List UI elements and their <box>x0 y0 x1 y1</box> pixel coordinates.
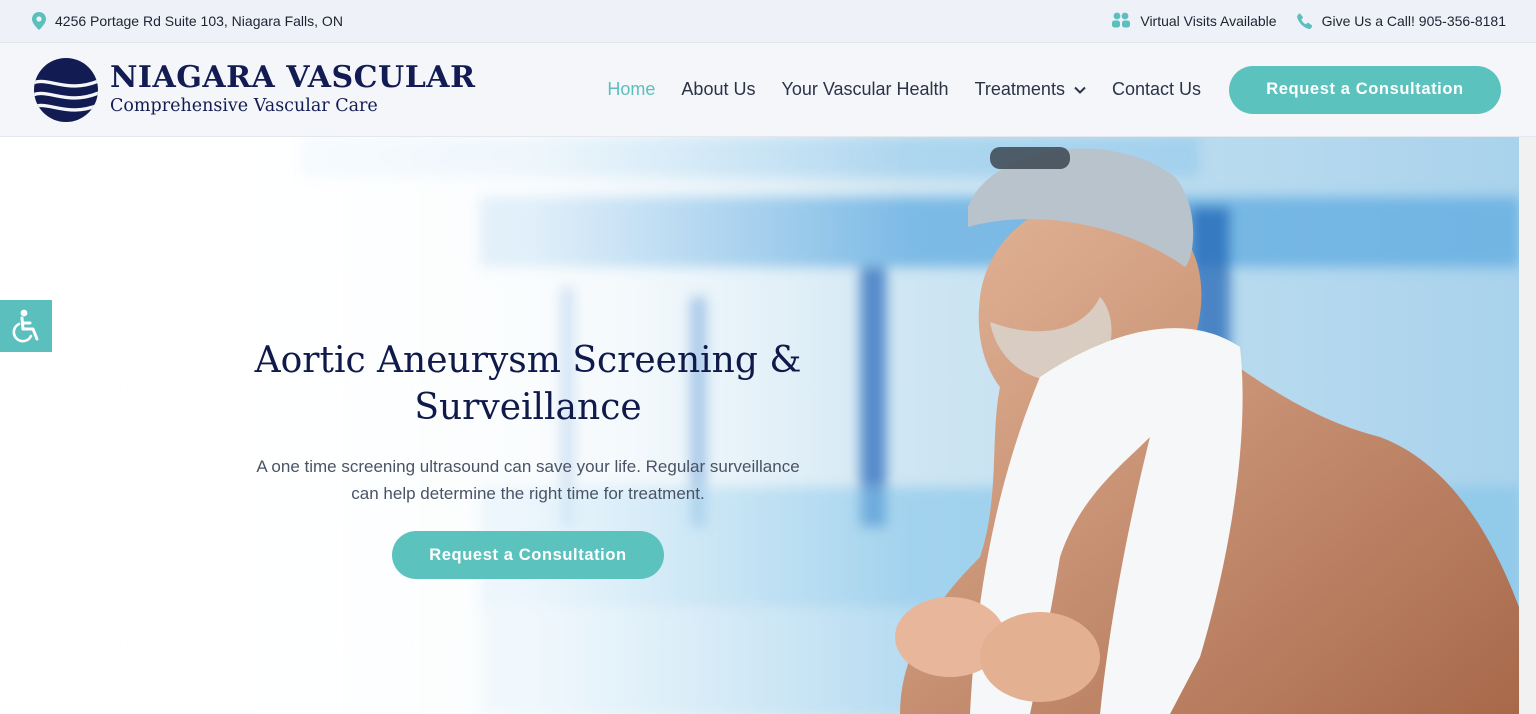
accessibility-toggle[interactable] <box>0 300 52 352</box>
hero-title-line-1: Aortic Aneurysm Screening & <box>254 340 802 381</box>
site-header: NIAGARA VASCULAR Comprehensive Vascular … <box>0 43 1536 137</box>
nav-about-us[interactable]: About Us <box>681 79 755 100</box>
wheelchair-icon <box>12 309 39 343</box>
top-info-bar: 4256 Portage Rd Suite 103, Niagara Falls… <box>0 0 1536 43</box>
hero-subtitle: A one time screening ultrasound can save… <box>220 453 836 507</box>
address-text: 4256 Portage Rd Suite 103, Niagara Falls… <box>55 13 343 29</box>
nav-treatments-label: Treatments <box>974 79 1065 99</box>
nav-home[interactable]: Home <box>607 79 655 100</box>
page-scrollbar[interactable] <box>1519 137 1536 714</box>
hero-subtitle-line-1: A one time screening ultrasound can save… <box>256 457 800 476</box>
hero-title-line-2: Surveillance <box>414 387 642 428</box>
nav-contact-us[interactable]: Contact Us <box>1112 79 1201 100</box>
chevron-down-icon <box>1074 86 1086 94</box>
hero-section: Aortic Aneurysm Screening & Surveillance… <box>0 137 1519 714</box>
map-pin-icon <box>32 12 46 30</box>
hero-request-consultation-button[interactable]: Request a Consultation <box>392 531 664 579</box>
hero-title: Aortic Aneurysm Screening & Surveillance <box>220 337 836 431</box>
brand-name: NIAGARA VASCULAR <box>110 60 476 96</box>
phone-icon <box>1296 13 1312 29</box>
virtual-visits-item[interactable]: Virtual Visits Available <box>1111 12 1277 30</box>
phone-text: Give Us a Call! 905-356-8181 <box>1321 13 1506 29</box>
brand-tagline: Comprehensive Vascular Care <box>110 96 378 117</box>
hero-subtitle-line-2: can help determine the right time for tr… <box>351 484 705 503</box>
virtual-visits-text: Virtual Visits Available <box>1140 13 1277 29</box>
phone-item[interactable]: Give Us a Call! 905-356-8181 <box>1296 13 1506 29</box>
nav-vascular-health[interactable]: Your Vascular Health <box>781 79 948 100</box>
logo-mark-icon <box>34 57 98 122</box>
header-request-consultation-button[interactable]: Request a Consultation <box>1229 65 1501 114</box>
address-item[interactable]: 4256 Portage Rd Suite 103, Niagara Falls… <box>32 12 343 30</box>
site-logo[interactable]: NIAGARA VASCULAR Comprehensive Vascular … <box>33 57 476 123</box>
people-icon <box>1112 12 1131 28</box>
main-nav: Home About Us Your Vascular Health Treat… <box>581 65 1501 114</box>
hero-text-block: Aortic Aneurysm Screening & Surveillance… <box>220 337 836 507</box>
nav-treatments[interactable]: Treatments <box>975 79 1086 100</box>
